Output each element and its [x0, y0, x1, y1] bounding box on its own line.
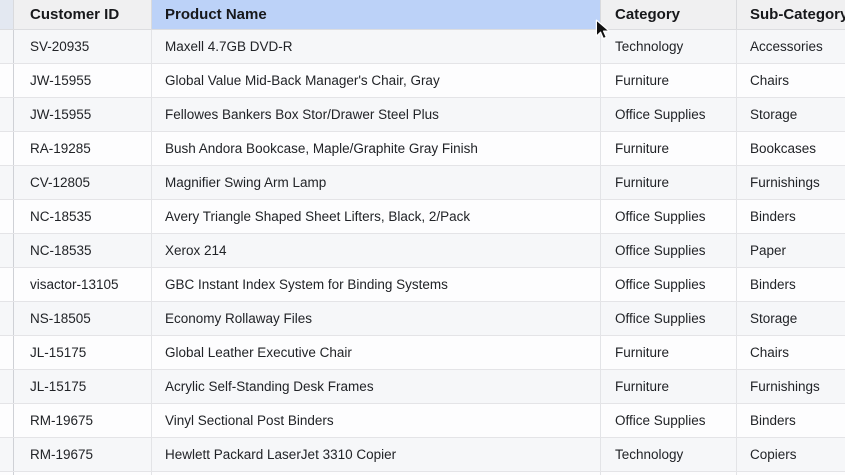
column-header-label: Customer ID — [30, 6, 119, 23]
cell-customer-id[interactable]: JL-15175 — [14, 370, 152, 403]
row-gutter-cell — [0, 438, 14, 471]
cell-product-name[interactable]: Global Leather Executive Chair — [152, 336, 601, 369]
row-gutter-cell — [0, 98, 14, 131]
cell-product-name[interactable]: Economy Rollaway Files — [152, 302, 601, 335]
cell-sub-category[interactable]: Binders — [737, 200, 845, 233]
cell-product-name[interactable]: Bush Andora Bookcase, Maple/Graphite Gra… — [152, 132, 601, 165]
cell-product-name[interactable]: Maxell 4.7GB DVD-R — [152, 30, 601, 63]
cell-category[interactable]: Office Supplies — [601, 404, 737, 437]
cell-sub-category[interactable]: Chairs — [737, 64, 845, 97]
row-gutter-cell — [0, 166, 14, 199]
cell-product-name[interactable]: Global Value Mid-Back Manager's Chair, G… — [152, 64, 601, 97]
row-gutter-cell — [0, 370, 14, 403]
cell-customer-id[interactable]: NS-18505 — [14, 302, 152, 335]
cell-customer-id[interactable]: SV-20935 — [14, 30, 152, 63]
cell-customer-id[interactable]: NC-18535 — [14, 200, 152, 233]
cell-category[interactable]: Office Supplies — [601, 268, 737, 301]
cell-sub-category[interactable]: Storage — [737, 98, 845, 131]
cell-sub-category[interactable]: Binders — [737, 404, 845, 437]
table-row: SV-20935Maxell 4.7GB DVD-RTechnologyAcce… — [0, 30, 845, 64]
cell-product-name[interactable]: Fellowes Bankers Box Stor/Drawer Steel P… — [152, 98, 601, 131]
row-gutter-cell — [0, 302, 14, 335]
cell-category[interactable]: Office Supplies — [601, 98, 737, 131]
cell-product-name[interactable]: Vinyl Sectional Post Binders — [152, 404, 601, 437]
table-body: SV-20935Maxell 4.7GB DVD-RTechnologyAcce… — [0, 30, 845, 475]
row-gutter-cell — [0, 30, 14, 63]
cell-sub-category[interactable]: Paper — [737, 234, 845, 267]
table-row: NC-18535Xerox 214Office SuppliesPaper — [0, 234, 845, 268]
cell-product-name[interactable]: GBC Instant Index System for Binding Sys… — [152, 268, 601, 301]
cell-category[interactable]: Technology — [601, 438, 737, 471]
cell-product-name[interactable]: Hewlett Packard LaserJet 3310 Copier — [152, 438, 601, 471]
table-header-row: Customer ID Product Name Category Sub-Ca… — [0, 0, 845, 30]
cell-category[interactable]: Furniture — [601, 132, 737, 165]
cell-sub-category[interactable]: Copiers — [737, 438, 845, 471]
row-gutter-cell — [0, 64, 14, 97]
cell-customer-id[interactable]: CV-12805 — [14, 166, 152, 199]
table-row: CV-12805Magnifier Swing Arm LampFurnitur… — [0, 166, 845, 200]
cell-product-name[interactable]: Avery Triangle Shaped Sheet Lifters, Bla… — [152, 200, 601, 233]
table-row: NC-18535Avery Triangle Shaped Sheet Lift… — [0, 200, 845, 234]
cell-product-name[interactable]: Magnifier Swing Arm Lamp — [152, 166, 601, 199]
column-header-product-name[interactable]: Product Name — [152, 0, 601, 29]
cell-category[interactable]: Furniture — [601, 336, 737, 369]
cell-customer-id[interactable]: JW-15955 — [14, 64, 152, 97]
spreadsheet-table: Customer ID Product Name Category Sub-Ca… — [0, 0, 845, 475]
cell-customer-id[interactable]: JW-15955 — [14, 98, 152, 131]
column-header-label: Category — [615, 6, 680, 23]
cell-product-name[interactable]: Acrylic Self-Standing Desk Frames — [152, 370, 601, 403]
cell-sub-category[interactable]: Furnishings — [737, 166, 845, 199]
cell-category[interactable]: Furniture — [601, 64, 737, 97]
cell-customer-id[interactable]: RM-19675 — [14, 438, 152, 471]
column-header-label: Product Name — [165, 6, 267, 23]
table-row: RA-19285Bush Andora Bookcase, Maple/Grap… — [0, 132, 845, 166]
header-gutter-cell — [0, 0, 14, 29]
cell-category[interactable]: Office Supplies — [601, 234, 737, 267]
table-row: RM-19675Vinyl Sectional Post BindersOffi… — [0, 404, 845, 438]
cell-customer-id[interactable]: NC-18535 — [14, 234, 152, 267]
column-header-label: Sub-Category — [750, 6, 845, 23]
table-row: JW-15955Global Value Mid-Back Manager's … — [0, 64, 845, 98]
cell-category[interactable]: Office Supplies — [601, 200, 737, 233]
row-gutter-cell — [0, 268, 14, 301]
table-row: NS-18505Economy Rollaway FilesOffice Sup… — [0, 302, 845, 336]
cell-product-name[interactable]: Xerox 214 — [152, 234, 601, 267]
cell-category[interactable]: Furniture — [601, 166, 737, 199]
cell-customer-id[interactable]: visactor-13105 — [14, 268, 152, 301]
column-header-sub-category[interactable]: Sub-Category — [737, 0, 845, 29]
cell-sub-category[interactable]: Bookcases — [737, 132, 845, 165]
table-row: visactor-13105GBC Instant Index System f… — [0, 268, 845, 302]
cell-category[interactable]: Office Supplies — [601, 302, 737, 335]
cell-sub-category[interactable]: Chairs — [737, 336, 845, 369]
table-row: JL-15175Global Leather Executive ChairFu… — [0, 336, 845, 370]
column-header-customer-id[interactable]: Customer ID — [14, 0, 152, 29]
table-row: JW-15955Fellowes Bankers Box Stor/Drawer… — [0, 98, 845, 132]
cell-category[interactable]: Technology — [601, 30, 737, 63]
cell-sub-category[interactable]: Binders — [737, 268, 845, 301]
cell-sub-category[interactable]: Accessories — [737, 30, 845, 63]
cell-customer-id[interactable]: RA-19285 — [14, 132, 152, 165]
cell-customer-id[interactable]: RM-19675 — [14, 404, 152, 437]
row-gutter-cell — [0, 132, 14, 165]
row-gutter-cell — [0, 404, 14, 437]
table-row: RM-19675Hewlett Packard LaserJet 3310 Co… — [0, 438, 845, 472]
row-gutter-cell — [0, 336, 14, 369]
cell-sub-category[interactable]: Storage — [737, 302, 845, 335]
cell-sub-category[interactable]: Furnishings — [737, 370, 845, 403]
cell-customer-id[interactable]: JL-15175 — [14, 336, 152, 369]
column-header-category[interactable]: Category — [601, 0, 737, 29]
table-row: JL-15175Acrylic Self-Standing Desk Frame… — [0, 370, 845, 404]
row-gutter-cell — [0, 200, 14, 233]
row-gutter-cell — [0, 234, 14, 267]
cell-category[interactable]: Furniture — [601, 370, 737, 403]
